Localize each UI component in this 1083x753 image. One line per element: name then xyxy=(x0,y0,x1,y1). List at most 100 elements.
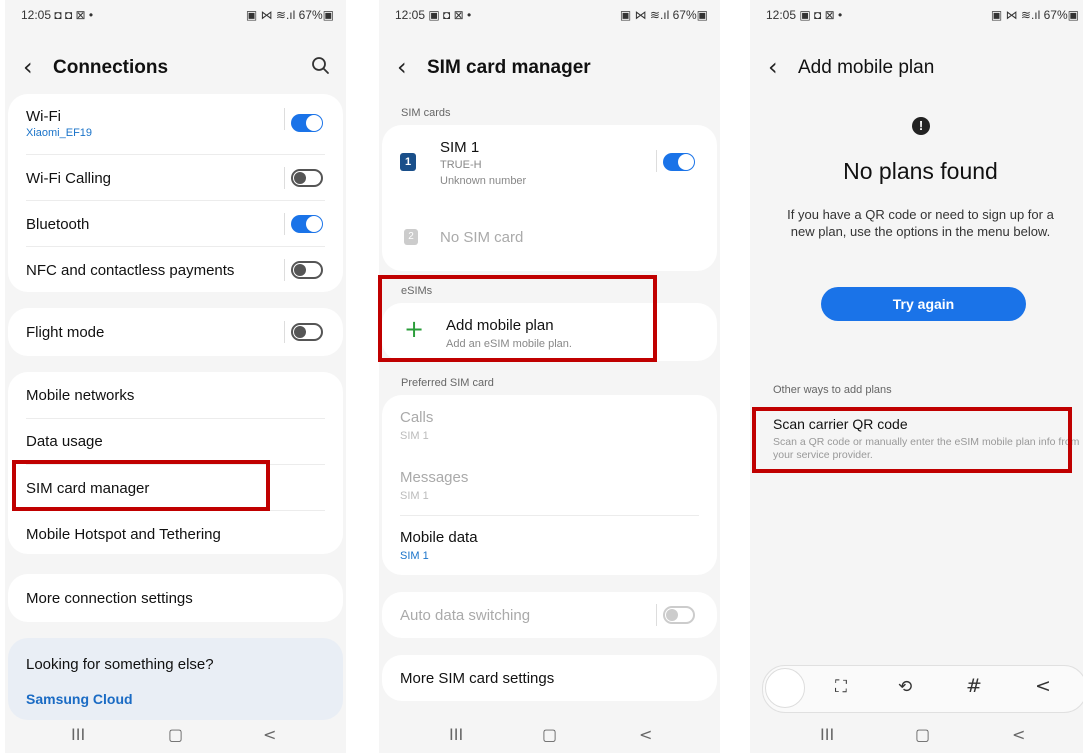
nfc-label: NFC and contactless payments xyxy=(26,262,235,279)
auto-data-toggle[interactable] xyxy=(663,606,695,624)
flight-mode-label: Flight mode xyxy=(26,324,105,341)
samsung-cloud-link[interactable]: Samsung Cloud xyxy=(26,691,133,707)
highlight-add-mobile-plan xyxy=(378,275,657,362)
preferred-sim-card: Calls SIM 1 Messages SIM 1 Mobile data S… xyxy=(382,395,717,575)
mobile-data-label: Mobile data xyxy=(400,529,478,546)
nav-back-button[interactable]: < xyxy=(639,725,652,744)
sim-cards-card: 1 SIM 1 TRUE-H Unknown number 2 No SIM c… xyxy=(382,125,717,271)
back-icon[interactable]: ‹ xyxy=(397,54,407,80)
bluetooth-row[interactable]: Bluetooth xyxy=(8,200,343,246)
nav-bar: III ▢ < xyxy=(5,717,346,753)
more-sim-settings-label: More SIM card settings xyxy=(400,670,555,687)
preferred-sim-header: Preferred SIM card xyxy=(401,377,494,389)
auto-data-label: Auto data switching xyxy=(400,607,531,624)
wifi-calling-label: Wi-Fi Calling xyxy=(26,170,112,187)
status-time: 12:05 ▣ ◘ ⊠ • xyxy=(766,8,843,22)
messages-sim: SIM 1 xyxy=(400,490,429,502)
status-bar: 12:05 ◘ ◘ ⊠ • ▣ ⋈ ≋.ıl 67%▣ xyxy=(21,8,334,28)
mobile-data-row[interactable]: Mobile data SIM 1 xyxy=(382,515,717,575)
hotspot-label: Mobile Hotspot and Tethering xyxy=(26,526,221,543)
nav-bar: III ▢ < xyxy=(750,717,1083,753)
screenshot-toolbar: ⛶ ⟲ # < xyxy=(762,665,1083,713)
back-icon[interactable]: ‹ xyxy=(23,54,33,80)
scan-text-icon[interactable]: ⛶ xyxy=(835,677,847,697)
divider xyxy=(656,604,657,626)
more-connection-settings-label: More connection settings xyxy=(26,590,193,607)
divider xyxy=(284,213,285,235)
screenshot-thumbnail[interactable] xyxy=(765,668,805,708)
nav-back-button[interactable]: < xyxy=(1012,725,1025,744)
status-icons: ▣ ⋈ ≋.ıl 67%▣ xyxy=(990,8,1079,22)
header: ‹ SIM card manager xyxy=(395,54,708,83)
hashtag-icon[interactable]: # xyxy=(966,675,982,697)
wifi-toggle[interactable] xyxy=(291,114,323,132)
divider xyxy=(656,150,657,172)
calls-row: Calls SIM 1 xyxy=(382,395,717,455)
search-icon[interactable] xyxy=(310,55,332,77)
nfc-row[interactable]: NFC and contactless payments xyxy=(8,246,343,292)
wifi-row[interactable]: Wi-Fi Xiaomi_EF19 xyxy=(8,94,343,144)
more-sim-settings-card[interactable]: More SIM card settings xyxy=(382,655,717,701)
bluetooth-toggle[interactable] xyxy=(291,215,323,233)
status-bar: 12:05 ▣ ◘ ⊠ • ▣ ⋈ ≋.ıl 67%▣ xyxy=(766,8,1079,28)
wifi-calling-row[interactable]: Wi-Fi Calling xyxy=(8,154,343,200)
no-plans-description: If you have a QR code or need to sign up… xyxy=(787,207,1054,239)
hotspot-row[interactable]: Mobile Hotspot and Tethering xyxy=(8,510,343,554)
page-title: SIM card manager xyxy=(427,57,591,78)
auto-data-switching-card: Auto data switching xyxy=(382,592,717,638)
calls-sim: SIM 1 xyxy=(400,430,429,442)
sim2-badge-icon: 2 xyxy=(404,229,418,245)
recents-button[interactable]: III xyxy=(820,725,834,744)
sim2-row: 2 No SIM card xyxy=(382,213,717,263)
status-time: 12:05 ▣ ◘ ⊠ • xyxy=(395,8,472,22)
edit-icon[interactable]: ⟲ xyxy=(898,677,912,697)
share-icon[interactable]: < xyxy=(1035,675,1051,697)
nav-bar: III ▢ < xyxy=(379,717,720,753)
connections-card-1: Wi-Fi Xiaomi_EF19 Wi-Fi Calling Bluetoot… xyxy=(8,94,343,292)
sim1-number: Unknown number xyxy=(440,175,527,187)
wifi-label: Wi-Fi xyxy=(26,108,61,125)
no-plans-heading: No plans found xyxy=(843,158,998,184)
calls-label: Calls xyxy=(400,409,434,426)
messages-row: Messages SIM 1 xyxy=(382,455,717,515)
add-mobile-plan-screen: 12:05 ▣ ◘ ⊠ • ▣ ⋈ ≋.ıl 67%▣ ‹ Add mobile… xyxy=(750,0,1083,753)
sim-cards-header: SIM cards xyxy=(401,107,451,119)
status-bar: 12:05 ▣ ◘ ⊠ • ▣ ⋈ ≋.ıl 67%▣ xyxy=(395,8,708,28)
sim1-row[interactable]: 1 SIM 1 TRUE-H Unknown number xyxy=(382,125,717,195)
try-again-button[interactable]: Try again xyxy=(821,287,1026,321)
header: ‹ Add mobile plan xyxy=(766,54,1079,83)
data-usage-row[interactable]: Data usage xyxy=(8,418,343,464)
back-icon[interactable]: ‹ xyxy=(768,54,778,80)
highlight-sim-card-manager xyxy=(12,460,270,511)
divider xyxy=(284,321,285,343)
messages-label: Messages xyxy=(400,469,469,486)
mobile-data-sim: SIM 1 xyxy=(400,550,429,562)
home-button[interactable]: ▢ xyxy=(915,725,930,744)
flight-mode-toggle[interactable] xyxy=(291,323,323,341)
wifi-network: Xiaomi_EF19 xyxy=(26,127,93,139)
mobile-networks-row[interactable]: Mobile networks xyxy=(8,372,343,418)
sim1-toggle[interactable] xyxy=(663,153,695,171)
status-icons: ▣ ⋈ ≋.ıl 67%▣ xyxy=(619,8,708,22)
other-ways-header: Other ways to add plans xyxy=(773,384,892,396)
looking-heading: Looking for something else? xyxy=(26,656,214,673)
bluetooth-label: Bluetooth xyxy=(26,216,90,233)
wifi-calling-toggle[interactable] xyxy=(291,169,323,187)
alert-icon: ! xyxy=(912,117,930,135)
connections-screen: 12:05 ◘ ◘ ⊠ • ▣ ⋈ ≋.ıl 67%▣ ‹ Connection… xyxy=(5,0,346,753)
flight-mode-card[interactable]: Flight mode xyxy=(8,308,343,356)
recents-button[interactable]: III xyxy=(71,725,85,744)
nfc-toggle[interactable] xyxy=(291,261,323,279)
nav-back-button[interactable]: < xyxy=(263,725,276,744)
divider xyxy=(284,108,285,130)
recents-button[interactable]: III xyxy=(449,725,463,744)
data-usage-label: Data usage xyxy=(26,433,103,450)
sim1-badge-icon: 1 xyxy=(400,153,416,171)
home-button[interactable]: ▢ xyxy=(542,725,557,744)
home-button[interactable]: ▢ xyxy=(168,725,183,744)
more-connection-settings-card[interactable]: More connection settings xyxy=(8,574,343,622)
mobile-networks-label: Mobile networks xyxy=(26,387,135,404)
sim1-name: SIM 1 xyxy=(440,139,480,156)
page-title: Add mobile plan xyxy=(798,57,935,78)
sim1-carrier: TRUE-H xyxy=(440,159,482,171)
